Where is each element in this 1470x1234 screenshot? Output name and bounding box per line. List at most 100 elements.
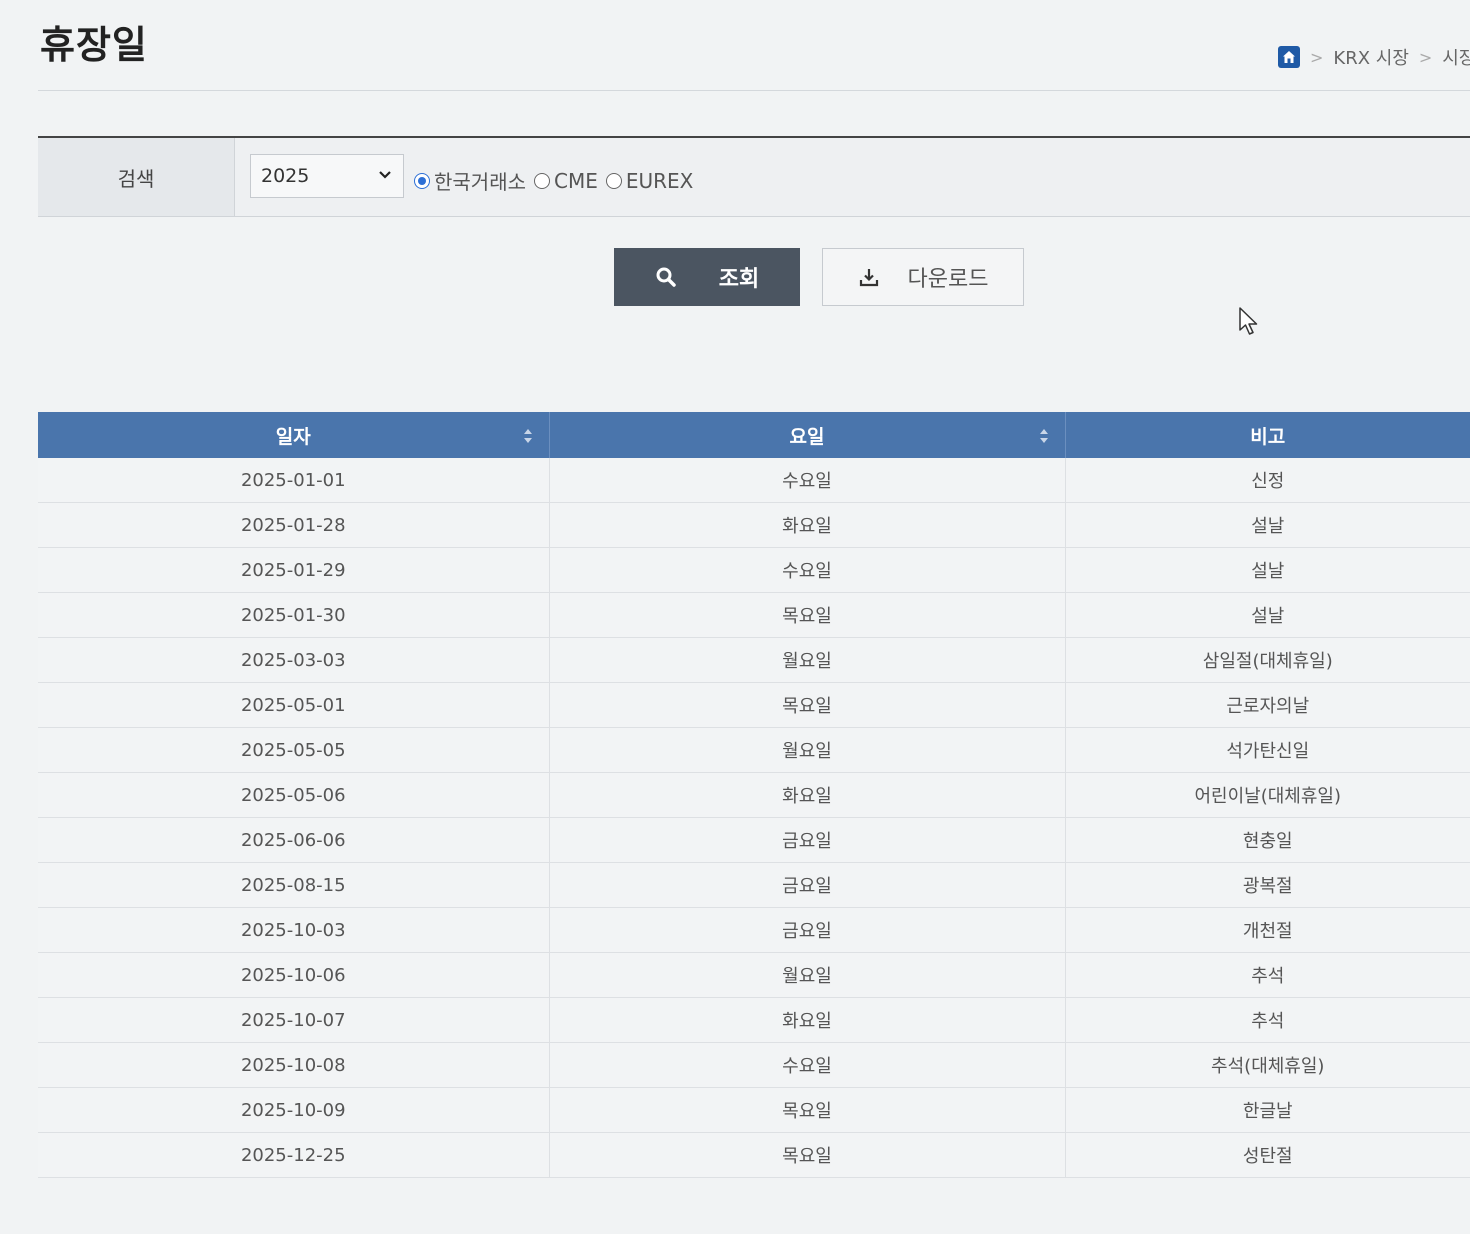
column-header-date-label: 일자 [275,425,311,448]
chevron-right-icon: > [1418,47,1433,67]
table-row: 2025-01-29 수요일 설날 [38,547,1470,593]
table-row: 2025-01-01 수요일 신정 [38,458,1470,503]
date-cell: 2025-05-06 [38,772,550,818]
date-cell: 2025-05-01 [38,682,550,728]
date-cell: 2025-01-28 [38,502,550,548]
date-cell: 2025-03-03 [38,637,550,683]
day-cell: 금요일 [549,862,1066,908]
table-row: 2025-10-03 금요일 개천절 [38,907,1470,953]
exchange-radio-group: 한국거래소 CME EUREX [414,166,701,195]
note-cell: 어린이날(대체휴일) [1065,772,1470,818]
breadcrumb-item-market[interactable]: 시장 [1442,44,1470,70]
note-cell: 근로자의날 [1065,682,1470,728]
date-cell: 2025-10-06 [38,952,550,998]
note-cell: 신정 [1065,458,1470,503]
table-row: 2025-10-08 수요일 추석(대체휴일) [38,1042,1470,1088]
table-body: 2025-01-01 수요일 신정 2025-01-28 화요일 설날 2025-01-… [38,458,1470,1178]
note-cell: 추석 [1065,997,1470,1043]
date-cell: 2025-10-07 [38,997,550,1043]
day-cell: 화요일 [549,997,1066,1043]
note-cell: 추석 [1065,952,1470,998]
home-icon[interactable] [1278,46,1300,68]
holiday-table: 일자 요일 비고 2025-01-01 수요일 신정 2025-01-28 화요일 설날… [38,412,1470,1178]
search-button[interactable]: 조회 [614,248,800,306]
download-button-label: 다운로드 [907,267,989,292]
day-cell: 목요일 [549,682,1066,728]
note-cell: 삼일절(대체휴일) [1065,637,1470,683]
day-cell: 수요일 [549,547,1066,593]
column-header-date[interactable]: 일자 [38,412,550,458]
day-cell: 월요일 [549,727,1066,773]
sort-icon[interactable] [523,428,533,444]
radio-button-krx[interactable] [414,172,430,189]
search-icon [656,267,676,287]
day-cell: 목요일 [549,1087,1066,1133]
table-header-row: 일자 요일 비고 [38,412,1470,458]
note-cell: 한글날 [1065,1087,1470,1133]
search-panel: 검색 2025 한국거래소 CME EUREX [38,136,1470,217]
chevron-down-icon [379,171,391,179]
table-row: 2025-05-01 목요일 근로자의날 [38,682,1470,728]
day-cell: 목요일 [549,1132,1066,1178]
day-cell: 화요일 [549,502,1066,548]
column-header-day[interactable]: 요일 [549,412,1066,458]
sort-icon[interactable] [1039,428,1049,444]
date-cell: 2025-05-05 [38,727,550,773]
search-button-label: 조회 [718,267,760,292]
note-cell: 성탄절 [1065,1132,1470,1178]
note-cell: 현충일 [1065,817,1470,863]
radio-cme[interactable]: CME [534,169,598,193]
date-cell: 2025-06-06 [38,817,550,863]
note-cell: 광복절 [1065,862,1470,908]
column-header-note[interactable]: 비고 [1065,412,1470,458]
table-row: 2025-06-06 금요일 현충일 [38,817,1470,863]
table-row: 2025-01-30 목요일 설날 [38,592,1470,638]
date-cell: 2025-10-08 [38,1042,550,1088]
date-cell: 2025-01-01 [38,458,550,503]
date-cell: 2025-10-03 [38,907,550,953]
breadcrumb-item-krx-market[interactable]: KRX 시장 [1333,44,1408,70]
search-label: 검색 [38,138,235,216]
day-cell: 화요일 [549,772,1066,818]
note-cell: 설날 [1065,547,1470,593]
date-cell: 2025-10-09 [38,1087,550,1133]
date-cell: 2025-12-25 [38,1132,550,1178]
title-divider [38,90,1470,91]
day-cell: 수요일 [549,1042,1066,1088]
table-row: 2025-10-06 월요일 추석 [38,952,1470,998]
table-row: 2025-05-06 화요일 어린이날(대체휴일) [38,772,1470,818]
radio-krx[interactable]: 한국거래소 [414,166,526,195]
note-cell: 설날 [1065,502,1470,548]
note-cell: 개천절 [1065,907,1470,953]
day-cell: 수요일 [549,458,1066,503]
day-cell: 금요일 [549,907,1066,953]
chevron-right-icon: > [1310,47,1324,67]
note-cell: 설날 [1065,592,1470,638]
day-cell: 월요일 [549,952,1066,998]
note-cell: 석가탄신일 [1065,727,1470,773]
table-row: 2025-10-09 목요일 한글날 [38,1087,1470,1133]
radio-label-eurex: EUREX [625,168,694,193]
table-row: 2025-08-15 금요일 광복절 [38,862,1470,908]
radio-button-cme[interactable] [534,172,550,189]
date-cell: 2025-01-30 [38,592,550,638]
table-row: 2025-10-07 화요일 추석 [38,997,1470,1043]
day-cell: 금요일 [549,817,1066,863]
radio-label-krx: 한국거래소 [434,170,526,194]
date-cell: 2025-01-29 [38,547,550,593]
table-row: 2025-03-03 월요일 삼일절(대체휴일) [38,637,1470,683]
date-cell: 2025-08-15 [38,862,550,908]
radio-button-eurex[interactable] [605,172,622,189]
day-cell: 목요일 [549,592,1066,638]
radio-eurex[interactable]: EUREX [605,168,694,193]
download-button[interactable]: 다운로드 [822,248,1024,306]
breadcrumb: > KRX 시장 > 시장 [1278,44,1470,70]
day-cell: 월요일 [549,637,1066,683]
table-row: 2025-05-05 월요일 석가탄신일 [38,727,1470,773]
year-select[interactable]: 2025 [250,154,404,198]
table-row: 2025-01-28 화요일 설날 [38,502,1470,548]
download-icon [859,269,878,287]
mouse-pointer-icon [1239,307,1258,335]
radio-label-cme: CME [554,168,598,193]
column-header-note-label: 비고 [1250,425,1286,448]
